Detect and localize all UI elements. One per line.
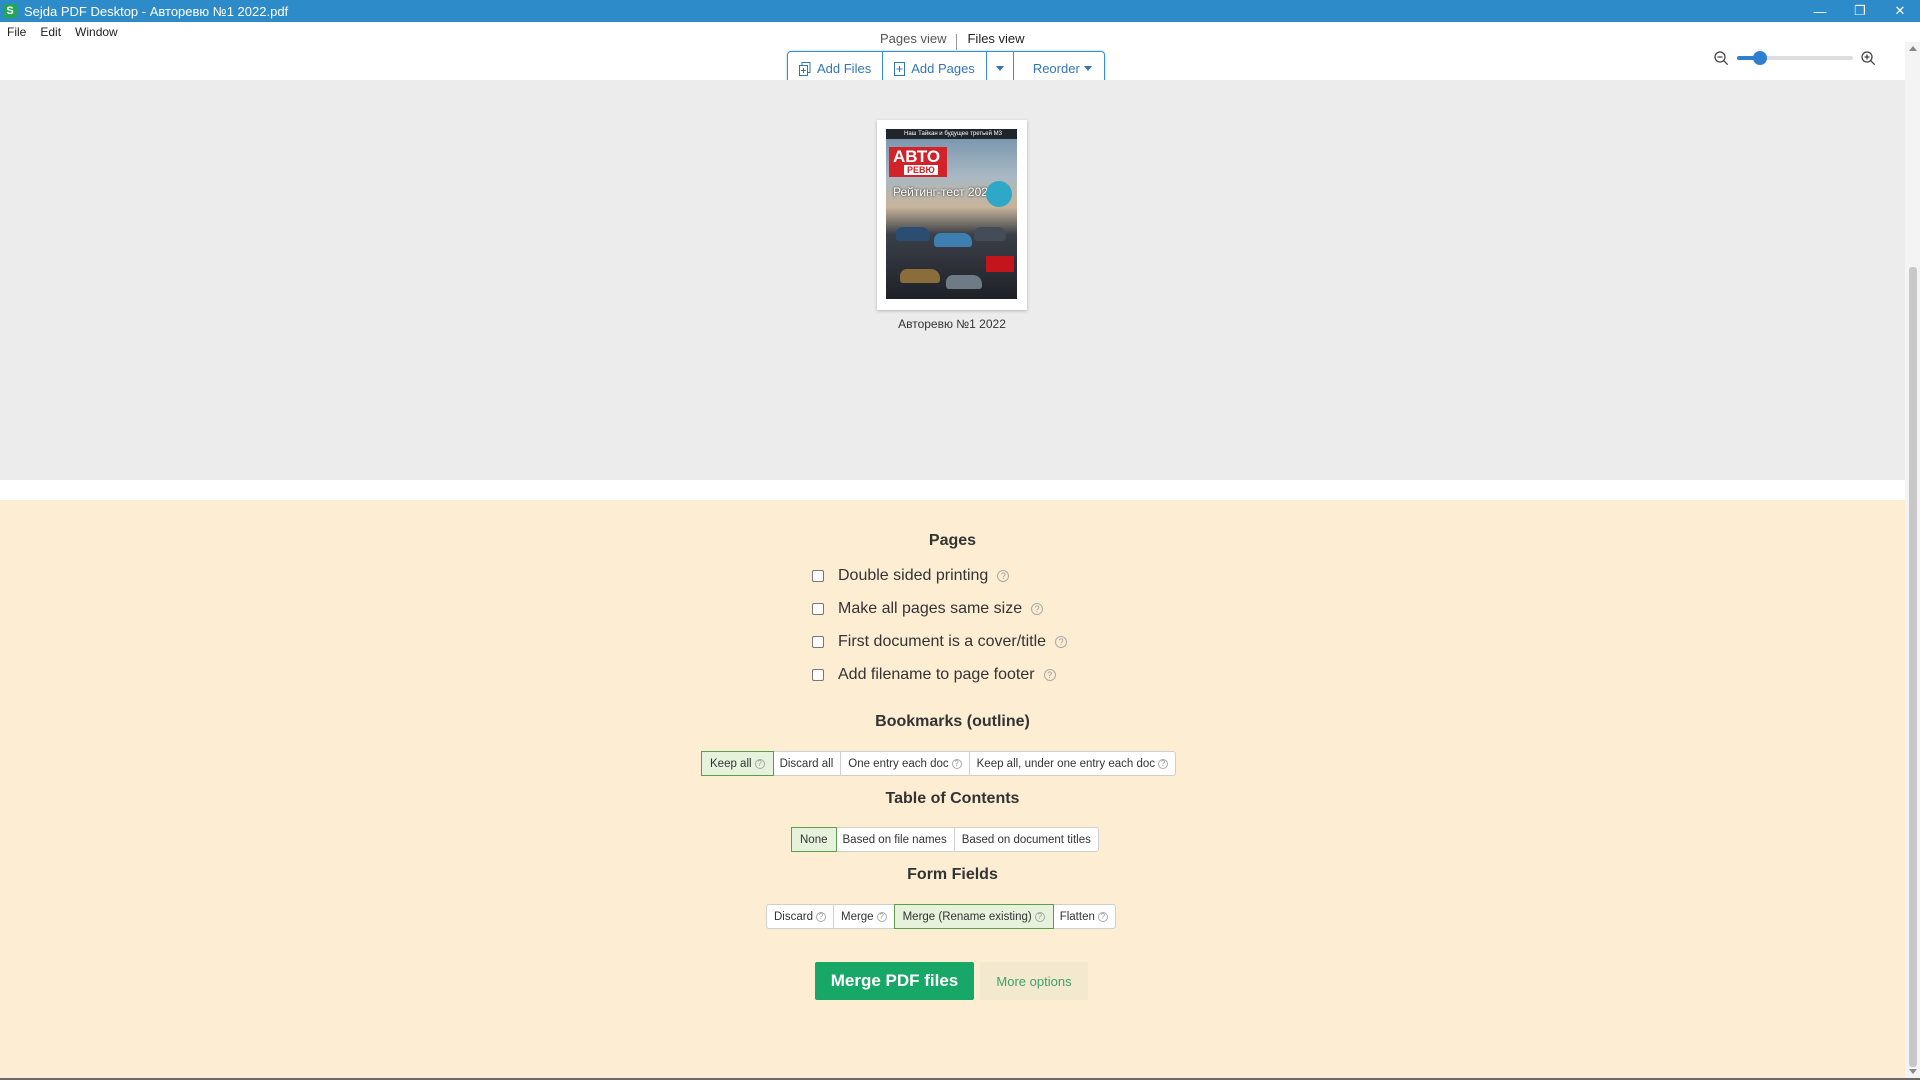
form-flatten-label: Flatten [1059, 910, 1095, 923]
add-pages-icon [894, 61, 906, 76]
add-pages-label: Add Pages [911, 61, 975, 76]
toc-file-names-label: Based on file names [842, 833, 947, 846]
toc-options: None Based on file names Based on docume… [791, 827, 1099, 852]
menu-edit[interactable]: Edit [33, 25, 68, 39]
cover-title-checkbox[interactable] [812, 636, 824, 648]
bookmarks-keep-all-under-one-label: Keep all, under one entry each doc [976, 757, 1155, 770]
toc-file-names[interactable]: Based on file names [836, 828, 955, 851]
double-sided-option[interactable]: Double sided printing ? [812, 566, 1010, 586]
close-button[interactable]: ✕ [1880, 0, 1920, 22]
sejda-app-icon: S [3, 4, 17, 18]
help-icon[interactable]: ? [754, 758, 765, 769]
window-title: Sejda PDF Desktop - Авторевю №1 2022.pdf [24, 3, 289, 19]
cover-car [896, 227, 930, 241]
cover-headline: Рейтинг-тест 2021 [893, 185, 995, 199]
file-name-label: Авторевю №1 2022 [898, 317, 1006, 331]
chevron-down-icon [1083, 66, 1092, 71]
add-files-icon [799, 61, 811, 76]
add-files-label: Add Files [817, 61, 872, 76]
more-options-button[interactable]: More options [980, 962, 1088, 1000]
bookmarks-discard-all[interactable]: Discard all [773, 752, 842, 775]
separator [0, 480, 1905, 500]
form-merge-rename-label: Merge (Rename existing) [902, 910, 1032, 923]
help-icon[interactable]: ? [815, 911, 826, 922]
help-icon[interactable]: ? [951, 758, 962, 769]
toc-section-title: Table of Contents [885, 790, 1020, 807]
title-bar: S Sejda PDF Desktop - Авторевю №1 2022.p… [0, 0, 1920, 22]
help-icon[interactable]: ? [1055, 636, 1068, 648]
bookmarks-keep-all-under-one[interactable]: Keep all, under one entry each doc ? [970, 752, 1175, 775]
cover-badge [986, 181, 1012, 207]
cover-title-label: First document is a cover/title [838, 633, 1047, 650]
same-size-checkbox[interactable] [812, 603, 824, 615]
bookmarks-discard-all-label: Discard all [779, 757, 834, 770]
filename-footer-label: Add filename to page footer [838, 666, 1035, 683]
toc-document-titles[interactable]: Based on document titles [955, 828, 1098, 851]
zoom-control [1714, 50, 1888, 66]
toc-none-label: None [800, 833, 828, 846]
bookmarks-options: Keep all ? Discard all One entry each do… [701, 751, 1176, 776]
filename-footer-option[interactable]: Add filename to page footer ? [812, 665, 1056, 685]
scroll-down-icon[interactable] [1909, 1069, 1917, 1074]
window-controls: — ❐ ✕ [1800, 0, 1920, 22]
toc-document-titles-label: Based on document titles [961, 833, 1091, 846]
tab-pages-view[interactable]: Pages view [870, 34, 956, 50]
cover-car [946, 275, 982, 289]
help-icon[interactable]: ? [1158, 758, 1168, 769]
scroll-up-icon[interactable] [1909, 46, 1917, 51]
pages-section-title: Pages [928, 532, 977, 549]
help-icon[interactable]: ? [1097, 911, 1108, 922]
form-merge[interactable]: Merge ? [834, 905, 895, 928]
magazine-cover-image: Наш Тайкан и будущее третьей M3 АВТО РЕВ… [886, 129, 1017, 299]
cover-red-tag [986, 256, 1014, 272]
form-discard-label: Discard [774, 910, 813, 923]
bookmarks-keep-all-label: Keep all [710, 757, 752, 770]
form-fields-options: Discard ? Merge ? Merge (Rename existing… [766, 904, 1116, 929]
double-sided-checkbox[interactable] [812, 570, 824, 582]
form-discard[interactable]: Discard ? [767, 905, 834, 928]
form-flatten[interactable]: Flatten ? [1053, 905, 1115, 928]
double-sided-label: Double sided printing [838, 567, 989, 584]
menu-window[interactable]: Window [68, 25, 125, 39]
cover-car [974, 227, 1006, 241]
merge-pdf-files-button[interactable]: Merge PDF files [815, 962, 974, 1000]
form-merge-rename[interactable]: Merge (Rename existing) ? [893, 904, 1054, 929]
zoom-in-icon[interactable] [1861, 50, 1876, 66]
cover-top-line: Наш Тайкан и будущее третьей M3 [886, 129, 1017, 139]
help-icon[interactable]: ? [1031, 603, 1044, 615]
zoom-out-icon[interactable] [1714, 50, 1729, 66]
form-fields-section-title: Form Fields [907, 866, 998, 883]
minimize-button[interactable]: — [1800, 0, 1840, 22]
restore-button[interactable]: ❐ [1840, 0, 1880, 22]
view-tabs: Pages view Files view [870, 34, 1050, 50]
cover-logo-sub: РЕВЮ [904, 165, 938, 175]
filename-footer-checkbox[interactable] [812, 669, 824, 681]
bookmarks-one-entry-label: One entry each doc [848, 757, 949, 770]
cover-car [934, 233, 972, 247]
help-icon[interactable]: ? [1043, 669, 1056, 681]
toc-none[interactable]: None [791, 827, 837, 852]
same-size-option[interactable]: Make all pages same size ? [812, 599, 1044, 619]
cover-car [900, 269, 940, 283]
vertical-scrollbar[interactable] [1905, 42, 1920, 1078]
bookmarks-keep-all[interactable]: Keep all ? [701, 751, 774, 776]
files-area: Наш Тайкан и будущее третьей M3 АВТО РЕВ… [0, 80, 1905, 480]
zoom-slider-thumb[interactable] [1753, 51, 1768, 65]
reorder-label: Reorder [1032, 61, 1080, 76]
bookmarks-one-entry[interactable]: One entry each doc ? [841, 752, 970, 775]
cover-title-option[interactable]: First document is a cover/title ? [812, 632, 1068, 652]
form-merge-label: Merge [840, 910, 874, 923]
help-icon[interactable]: ? [876, 911, 887, 922]
help-icon[interactable]: ? [1034, 911, 1045, 922]
scrollbar-thumb[interactable] [1909, 267, 1917, 1067]
help-icon[interactable]: ? [997, 570, 1010, 582]
chevron-down-icon [995, 66, 1004, 71]
menu-file[interactable]: File [0, 25, 33, 39]
tab-files-view[interactable]: Files view [956, 34, 1034, 50]
zoom-slider[interactable] [1737, 51, 1853, 65]
file-thumbnail[interactable]: Наш Тайкан и будущее третьей M3 АВТО РЕВ… [877, 120, 1027, 310]
same-size-label: Make all pages same size [838, 600, 1023, 617]
bookmarks-section-title: Bookmarks (outline) [875, 713, 1030, 730]
